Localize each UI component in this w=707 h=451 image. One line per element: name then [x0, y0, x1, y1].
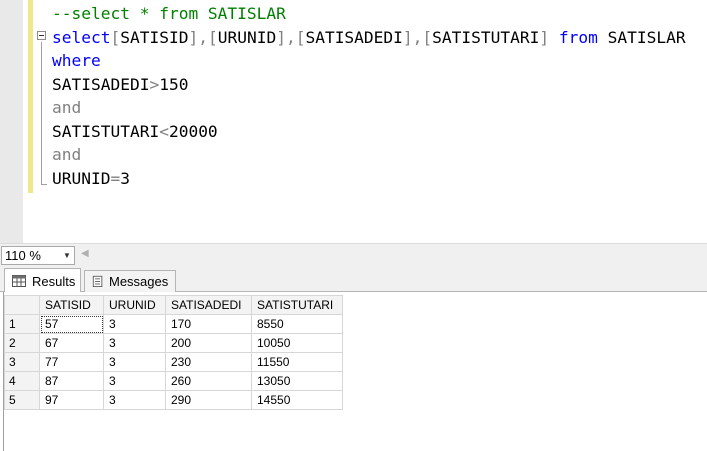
grid-header-row: SATISID URUNID SATISADEDI SATISTUTARI — [4, 295, 343, 315]
column-header[interactable]: SATISTUTARI — [251, 295, 343, 315]
grid-cell[interactable]: 3 — [103, 352, 166, 372]
tab-messages-label: Messages — [109, 274, 169, 289]
code-token: from — [558, 27, 598, 47]
tab-results[interactable]: Results — [4, 268, 81, 293]
zoom-value: 110 % — [5, 248, 41, 263]
grid-cell[interactable]: 67 — [39, 333, 104, 353]
table-row: 2 67 3 200 10050 — [4, 333, 343, 353]
code-line[interactable]: SATISADEDI>150 — [52, 73, 686, 97]
code-line[interactable]: select[SATISID],[URUNID],[SATISADEDI],[S… — [52, 26, 686, 50]
code-token: SATISTUTARI — [52, 121, 160, 141]
grid-cell[interactable]: 13050 — [251, 371, 343, 391]
code-token: ], — [188, 27, 208, 47]
code-line[interactable]: SATISTUTARI<20000 — [52, 120, 686, 144]
grid-cell[interactable]: 14550 — [251, 390, 343, 410]
code-token: [ — [110, 27, 121, 47]
code-line[interactable]: and — [52, 143, 686, 167]
zoom-dropdown[interactable]: 110 % ▼ — [1, 246, 75, 265]
grid-cell[interactable]: 230 — [165, 352, 252, 372]
chevron-down-icon: ▼ — [63, 251, 71, 260]
row-number[interactable]: 2 — [4, 333, 40, 353]
code-token: select — [52, 27, 111, 47]
messages-icon — [92, 275, 103, 287]
code-token: = — [110, 168, 121, 188]
result-tabs: Results Messages — [0, 266, 707, 293]
code-token: ] — [539, 27, 550, 47]
code-token: 3 — [120, 168, 130, 188]
editor-gutter — [0, 0, 23, 243]
code-token: URUNID — [217, 27, 277, 47]
grid-cell[interactable]: 200 — [165, 333, 252, 353]
code-token: --select * from SATISLAR — [52, 4, 286, 23]
row-number[interactable]: 4 — [4, 371, 40, 391]
grid-cell[interactable]: 3 — [103, 371, 166, 391]
grid-cell[interactable]: 77 — [39, 352, 104, 372]
code-token: URUNID — [52, 168, 111, 188]
grid-icon — [12, 275, 26, 287]
code-text[interactable]: --select * from SATISLAR select[SATISID],… — [52, 2, 686, 190]
code-token: 150 — [159, 74, 189, 94]
code-token: 20000 — [168, 121, 218, 141]
grid-cell[interactable]: 97 — [39, 390, 104, 410]
table-row: 3 77 3 230 11550 — [4, 352, 343, 372]
grid-cell[interactable]: 3 — [103, 333, 166, 353]
code-token: SATISADEDI — [305, 27, 403, 47]
grid-corner-cell[interactable] — [4, 295, 40, 315]
scroll-left-arrow-icon[interactable]: ◀ — [81, 248, 89, 259]
column-header[interactable]: SATISID — [39, 295, 104, 315]
column-header[interactable]: URUNID — [103, 295, 166, 315]
table-row: 1 57 3 170 8550 — [4, 314, 343, 334]
code-token: SATISADEDI — [52, 74, 150, 94]
code-token: where — [52, 51, 101, 70]
grid-cell[interactable]: 8550 — [251, 314, 343, 334]
grid-cell[interactable]: 260 — [165, 371, 252, 391]
grid-cell[interactable]: 11550 — [251, 352, 343, 372]
grid-cell[interactable]: 290 — [165, 390, 252, 410]
code-token: [ — [207, 27, 218, 47]
tab-messages[interactable]: Messages — [84, 270, 176, 292]
zoom-bar: 110 % ▼ ◀ — [0, 243, 707, 266]
grid-cell[interactable]: 3 — [103, 390, 166, 410]
row-number[interactable]: 3 — [4, 352, 40, 372]
column-header[interactable]: SATISADEDI — [165, 295, 252, 315]
code-line[interactable]: --select * from SATISLAR — [52, 2, 686, 26]
code-token: < — [159, 121, 169, 141]
table-row: 5 97 3 290 14550 — [4, 390, 343, 410]
code-token: SATISID — [120, 27, 189, 47]
code-line[interactable]: where — [52, 49, 686, 73]
tab-results-label: Results — [32, 274, 76, 289]
grid-cell[interactable]: 170 — [165, 314, 252, 334]
code-token: SATISTUTARI — [432, 27, 540, 47]
results-grid[interactable]: SATISID URUNID SATISADEDI SATISTUTARI 1 … — [4, 295, 343, 410]
grid-cell[interactable]: 10050 — [251, 333, 343, 353]
code-line[interactable]: and — [52, 96, 686, 120]
code-token: [ — [422, 27, 433, 47]
code-token: > — [149, 74, 160, 94]
outline-line — [41, 42, 42, 185]
grid-cell[interactable]: 57 — [39, 314, 104, 334]
code-token: ], — [402, 27, 423, 47]
row-number[interactable]: 1 — [4, 314, 40, 334]
code-token: [ — [295, 27, 306, 47]
grid-cell[interactable]: 87 — [39, 371, 104, 391]
code-token: and — [52, 98, 82, 117]
code-token: SATISLAR — [597, 27, 686, 47]
query-editor[interactable]: --select * from SATISLAR select[SATISID],… — [0, 0, 707, 243]
grid-cell[interactable]: 3 — [103, 314, 166, 334]
code-token: and — [52, 145, 82, 164]
table-row: 4 87 3 260 13050 — [4, 371, 343, 391]
change-indicator-bar — [28, 0, 33, 193]
code-token: ], — [276, 27, 296, 47]
results-grid-area: SATISID URUNID SATISADEDI SATISTUTARI 1 … — [0, 292, 707, 451]
collapse-region-icon[interactable] — [37, 31, 46, 40]
row-number[interactable]: 5 — [4, 390, 40, 410]
code-line[interactable]: URUNID=3 — [52, 167, 686, 191]
outline-end — [41, 184, 47, 185]
